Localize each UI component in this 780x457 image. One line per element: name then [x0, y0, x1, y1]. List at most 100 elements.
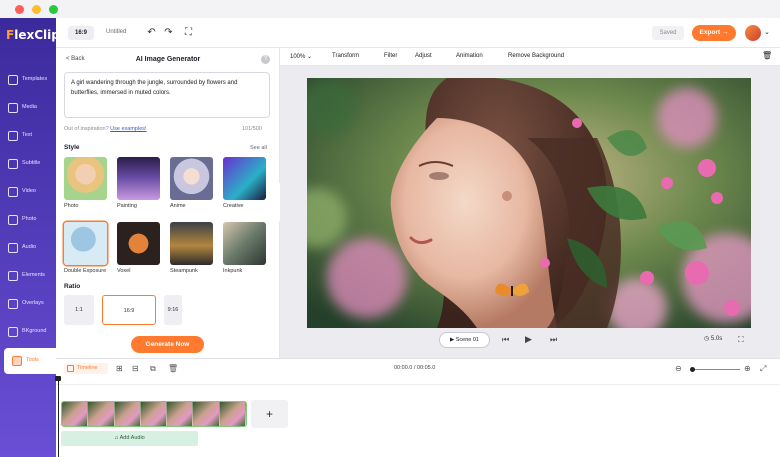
- sidebar-item-bkground[interactable]: BKground: [0, 319, 56, 345]
- duplicate-icon[interactable]: ⧉: [150, 364, 156, 373]
- help-icon[interactable]: ?: [261, 55, 270, 64]
- panel-title: AI Image Generator: [135, 56, 201, 63]
- player-controls: ▶ Scene 01 ⏮ ▶ ⏭ ◷ 5.0s ⛶: [280, 330, 780, 352]
- ratio-heading: Ratio: [64, 283, 81, 290]
- play-icon[interactable]: ▶: [525, 334, 532, 345]
- scene-selector[interactable]: ▶ Scene 01: [439, 332, 490, 348]
- ai-image-generator-panel: < Back AI Image Generator ? A girl wande…: [56, 48, 280, 358]
- style-photo-thumbnail[interactable]: [64, 157, 107, 200]
- sidebar: FlexClip Templates Media Text Subtitle V…: [0, 18, 60, 457]
- clip-frame: [140, 402, 168, 426]
- sidebar-item-photo[interactable]: Photo: [0, 207, 56, 233]
- sidebar-item-tools[interactable]: Tools: [4, 348, 56, 374]
- previous-icon[interactable]: ⏮: [502, 335, 509, 345]
- add-audio-button[interactable]: ♫ Add Audio: [61, 431, 198, 446]
- playhead-handle[interactable]: [55, 376, 61, 381]
- use-examples-link[interactable]: Use examples!: [110, 126, 146, 132]
- split-icon[interactable]: ⊟: [132, 364, 139, 373]
- aspect-ratio-button[interactable]: 16:9: [68, 26, 94, 40]
- sidebar-item-overlays[interactable]: Overlays: [0, 291, 56, 317]
- ratio-9-16-option[interactable]: 9:16: [164, 295, 182, 325]
- timeline-ruler[interactable]: [56, 377, 780, 385]
- style-photo-label: Photo: [64, 203, 79, 209]
- zoom-in-icon[interactable]: ⊕: [744, 364, 751, 373]
- project-name[interactable]: Untitled: [106, 29, 126, 35]
- video-clip[interactable]: [61, 401, 247, 427]
- sidebar-item-templates[interactable]: Templates: [0, 67, 56, 93]
- adjust-button[interactable]: Adjust: [415, 53, 432, 59]
- templates-icon: [8, 75, 18, 85]
- style-steampunk-label: Steampunk: [170, 268, 198, 274]
- audio-icon: [8, 243, 18, 253]
- flexclip-editor: FlexClip Templates Media Text Subtitle V…: [0, 0, 780, 457]
- minimize-window-button[interactable]: [32, 5, 41, 14]
- style-voxel-thumbnail[interactable]: [117, 222, 160, 265]
- scene-duration[interactable]: ◷ 5.0s: [704, 335, 722, 342]
- photo-icon: [8, 215, 18, 225]
- sidebar-item-audio[interactable]: Audio: [0, 235, 56, 261]
- sidebar-item-media[interactable]: Media: [0, 95, 56, 121]
- girl-in-jungle-image: [307, 78, 751, 328]
- export-button[interactable]: Export →: [692, 25, 736, 41]
- top-toolbar: 16:9 Untitled ↶ ↷ ⛶ Saved Export → ⌄: [56, 18, 780, 48]
- generate-now-button[interactable]: Generate Now: [131, 336, 204, 353]
- prompt-textarea[interactable]: A girl wandering through the jungle, sur…: [64, 72, 270, 118]
- zoom-slider-handle[interactable]: [690, 367, 695, 372]
- fullscreen-icon[interactable]: ⛶: [183, 27, 194, 38]
- add-clip-button[interactable]: +: [251, 400, 288, 428]
- zoom-slider-track[interactable]: [690, 369, 740, 370]
- sidebar-item-video[interactable]: Video: [0, 179, 56, 205]
- overlays-icon: [8, 299, 18, 309]
- next-icon[interactable]: ⏭: [550, 335, 557, 345]
- style-anime-thumbnail[interactable]: [170, 157, 213, 200]
- style-inkpunk-label: Inkpunk: [223, 268, 243, 274]
- clip-frame: [88, 402, 115, 426]
- animation-button[interactable]: Animation: [456, 53, 483, 59]
- timeline-icon: [67, 365, 74, 372]
- media-icon: [8, 103, 18, 113]
- transform-button[interactable]: Transform: [332, 53, 359, 59]
- style-anime-label: Anime: [170, 203, 186, 209]
- sidebar-item-subtitle[interactable]: Subtitle: [0, 151, 56, 177]
- clip-frame: [219, 402, 246, 426]
- fit-timeline-icon[interactable]: ⤢: [760, 364, 766, 373]
- style-voxel-label: Voxel: [117, 268, 131, 274]
- chevron-down-icon[interactable]: ⌄: [764, 28, 770, 36]
- style-steampunk-thumbnail[interactable]: [170, 222, 213, 265]
- inspiration-text: Out of inspiration? Use examples!: [64, 126, 147, 132]
- timeline-tab[interactable]: Timeline: [64, 363, 108, 374]
- style-creative-thumbnail[interactable]: [223, 157, 266, 200]
- style-creative-label: Creative: [223, 203, 244, 209]
- preview-fullscreen-icon[interactable]: ⛶: [738, 335, 744, 345]
- style-double-exposure-label: Double Exposure: [64, 268, 107, 274]
- undo-icon[interactable]: ↶: [146, 27, 157, 38]
- style-painting-thumbnail[interactable]: [117, 157, 160, 200]
- add-scene-icon[interactable]: ⊞: [116, 364, 123, 373]
- trash-icon[interactable]: 🗑: [762, 51, 772, 60]
- close-window-button[interactable]: [15, 5, 24, 14]
- clip-frame: [193, 402, 220, 426]
- style-heading: Style: [64, 144, 80, 151]
- see-all-link[interactable]: See all: [250, 145, 267, 151]
- style-double-exposure-thumbnail[interactable]: [64, 222, 107, 265]
- ratio-16-9-option[interactable]: 16:9: [102, 295, 156, 325]
- text-icon: [8, 131, 18, 141]
- zoom-out-icon[interactable]: ⊖: [675, 364, 682, 373]
- character-counter: 101/500: [242, 126, 262, 132]
- tools-icon: [12, 356, 22, 366]
- generated-image[interactable]: [307, 78, 751, 328]
- maximize-window-button[interactable]: [49, 5, 58, 14]
- playhead[interactable]: [58, 376, 59, 457]
- ratio-1-1-option[interactable]: 1:1: [64, 295, 94, 325]
- clip-frame: [62, 402, 89, 426]
- delete-icon[interactable]: 🗑: [168, 364, 178, 373]
- remove-background-button[interactable]: Remove Background: [508, 53, 564, 59]
- avatar[interactable]: [745, 25, 761, 41]
- zoom-select[interactable]: 100% ⌄: [290, 53, 312, 60]
- sidebar-item-elements[interactable]: Elements: [0, 263, 56, 289]
- sidebar-item-text[interactable]: Text: [0, 123, 56, 149]
- style-inkpunk-thumbnail[interactable]: [223, 222, 266, 265]
- redo-icon[interactable]: ↷: [163, 27, 174, 38]
- filter-button[interactable]: Filter: [384, 53, 397, 59]
- background-icon: [8, 327, 18, 337]
